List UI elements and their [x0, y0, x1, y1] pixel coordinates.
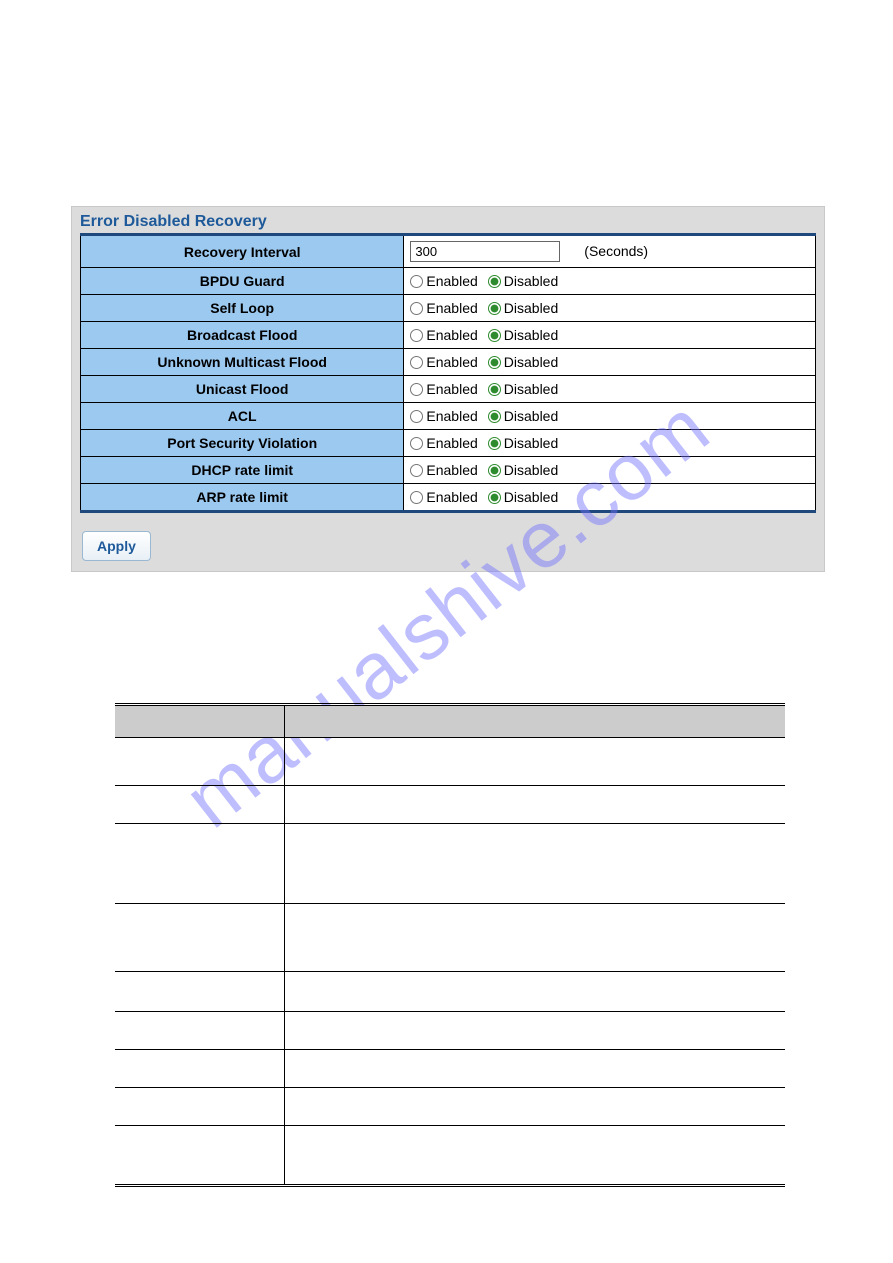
- description-row: [115, 824, 785, 904]
- enabled-radio[interactable]: [410, 491, 423, 504]
- row-label: ARP rate limit: [81, 484, 404, 512]
- disabled-radio[interactable]: [488, 275, 501, 288]
- recovery-interval-input[interactable]: [410, 241, 560, 262]
- config-row: Self Loop Enabled Disabled: [81, 295, 816, 322]
- description-row: [115, 972, 785, 1012]
- disabled-radio[interactable]: [488, 356, 501, 369]
- disabled-radio[interactable]: [488, 437, 501, 450]
- seconds-label: (Seconds): [584, 243, 648, 259]
- enabled-radio[interactable]: [410, 275, 423, 288]
- config-row: ACL Enabled Disabled: [81, 403, 816, 430]
- enabled-label: Enabled: [426, 381, 477, 397]
- enabled-radio[interactable]: [410, 410, 423, 423]
- row-label: Unicast Flood: [81, 376, 404, 403]
- config-row: Unicast Flood Enabled Disabled: [81, 376, 816, 403]
- enabled-radio[interactable]: [410, 356, 423, 369]
- enabled-label: Enabled: [426, 300, 477, 316]
- error-disabled-recovery-panel: Error Disabled Recovery Recovery Interva…: [71, 206, 825, 572]
- disabled-radio[interactable]: [488, 464, 501, 477]
- description-row: [115, 1012, 785, 1050]
- panel-title: Error Disabled Recovery: [72, 207, 824, 233]
- enabled-label: Enabled: [426, 408, 477, 424]
- config-row: ARP rate limit Enabled Disabled: [81, 484, 816, 512]
- disabled-label: Disabled: [504, 327, 558, 343]
- description-row: [115, 1088, 785, 1126]
- row-label: Unknown Multicast Flood: [81, 349, 404, 376]
- row-label: Self Loop: [81, 295, 404, 322]
- recovery-interval-label: Recovery Interval: [81, 235, 404, 268]
- enabled-label: Enabled: [426, 327, 477, 343]
- enabled-label: Enabled: [426, 489, 477, 505]
- config-row: Broadcast Flood Enabled Disabled: [81, 322, 816, 349]
- description-row: [115, 904, 785, 972]
- disabled-label: Disabled: [504, 489, 558, 505]
- disabled-label: Disabled: [504, 273, 558, 289]
- row-label: BPDU Guard: [81, 268, 404, 295]
- description-row: [115, 738, 785, 786]
- disabled-radio[interactable]: [488, 302, 501, 315]
- description-row: [115, 1050, 785, 1088]
- description-header: [115, 706, 785, 738]
- enabled-radio[interactable]: [410, 302, 423, 315]
- enabled-label: Enabled: [426, 273, 477, 289]
- enabled-radio[interactable]: [410, 383, 423, 396]
- disabled-radio[interactable]: [488, 410, 501, 423]
- row-label: Broadcast Flood: [81, 322, 404, 349]
- config-row: Port Security Violation Enabled Disabled: [81, 430, 816, 457]
- disabled-radio[interactable]: [488, 383, 501, 396]
- config-table: Recovery Interval (Seconds) BPDU Guard E…: [80, 233, 816, 513]
- disabled-label: Disabled: [504, 462, 558, 478]
- description-row: [115, 786, 785, 824]
- disabled-label: Disabled: [504, 408, 558, 424]
- enabled-radio[interactable]: [410, 329, 423, 342]
- enabled-radio[interactable]: [410, 437, 423, 450]
- config-row: Unknown Multicast Flood Enabled Disabled: [81, 349, 816, 376]
- description-row: [115, 1126, 785, 1184]
- row-label: ACL: [81, 403, 404, 430]
- disabled-label: Disabled: [504, 381, 558, 397]
- disabled-label: Disabled: [504, 300, 558, 316]
- recovery-interval-row: Recovery Interval (Seconds): [81, 235, 816, 268]
- row-label: DHCP rate limit: [81, 457, 404, 484]
- row-label: Port Security Violation: [81, 430, 404, 457]
- enabled-label: Enabled: [426, 462, 477, 478]
- config-row: BPDU Guard Enabled Disabled: [81, 268, 816, 295]
- enabled-label: Enabled: [426, 435, 477, 451]
- description-table: [115, 703, 785, 1187]
- enabled-label: Enabled: [426, 354, 477, 370]
- enabled-radio[interactable]: [410, 464, 423, 477]
- apply-button[interactable]: Apply: [82, 531, 151, 561]
- disabled-label: Disabled: [504, 354, 558, 370]
- disabled-radio[interactable]: [488, 329, 501, 342]
- config-row: DHCP rate limit Enabled Disabled: [81, 457, 816, 484]
- disabled-radio[interactable]: [488, 491, 501, 504]
- disabled-label: Disabled: [504, 435, 558, 451]
